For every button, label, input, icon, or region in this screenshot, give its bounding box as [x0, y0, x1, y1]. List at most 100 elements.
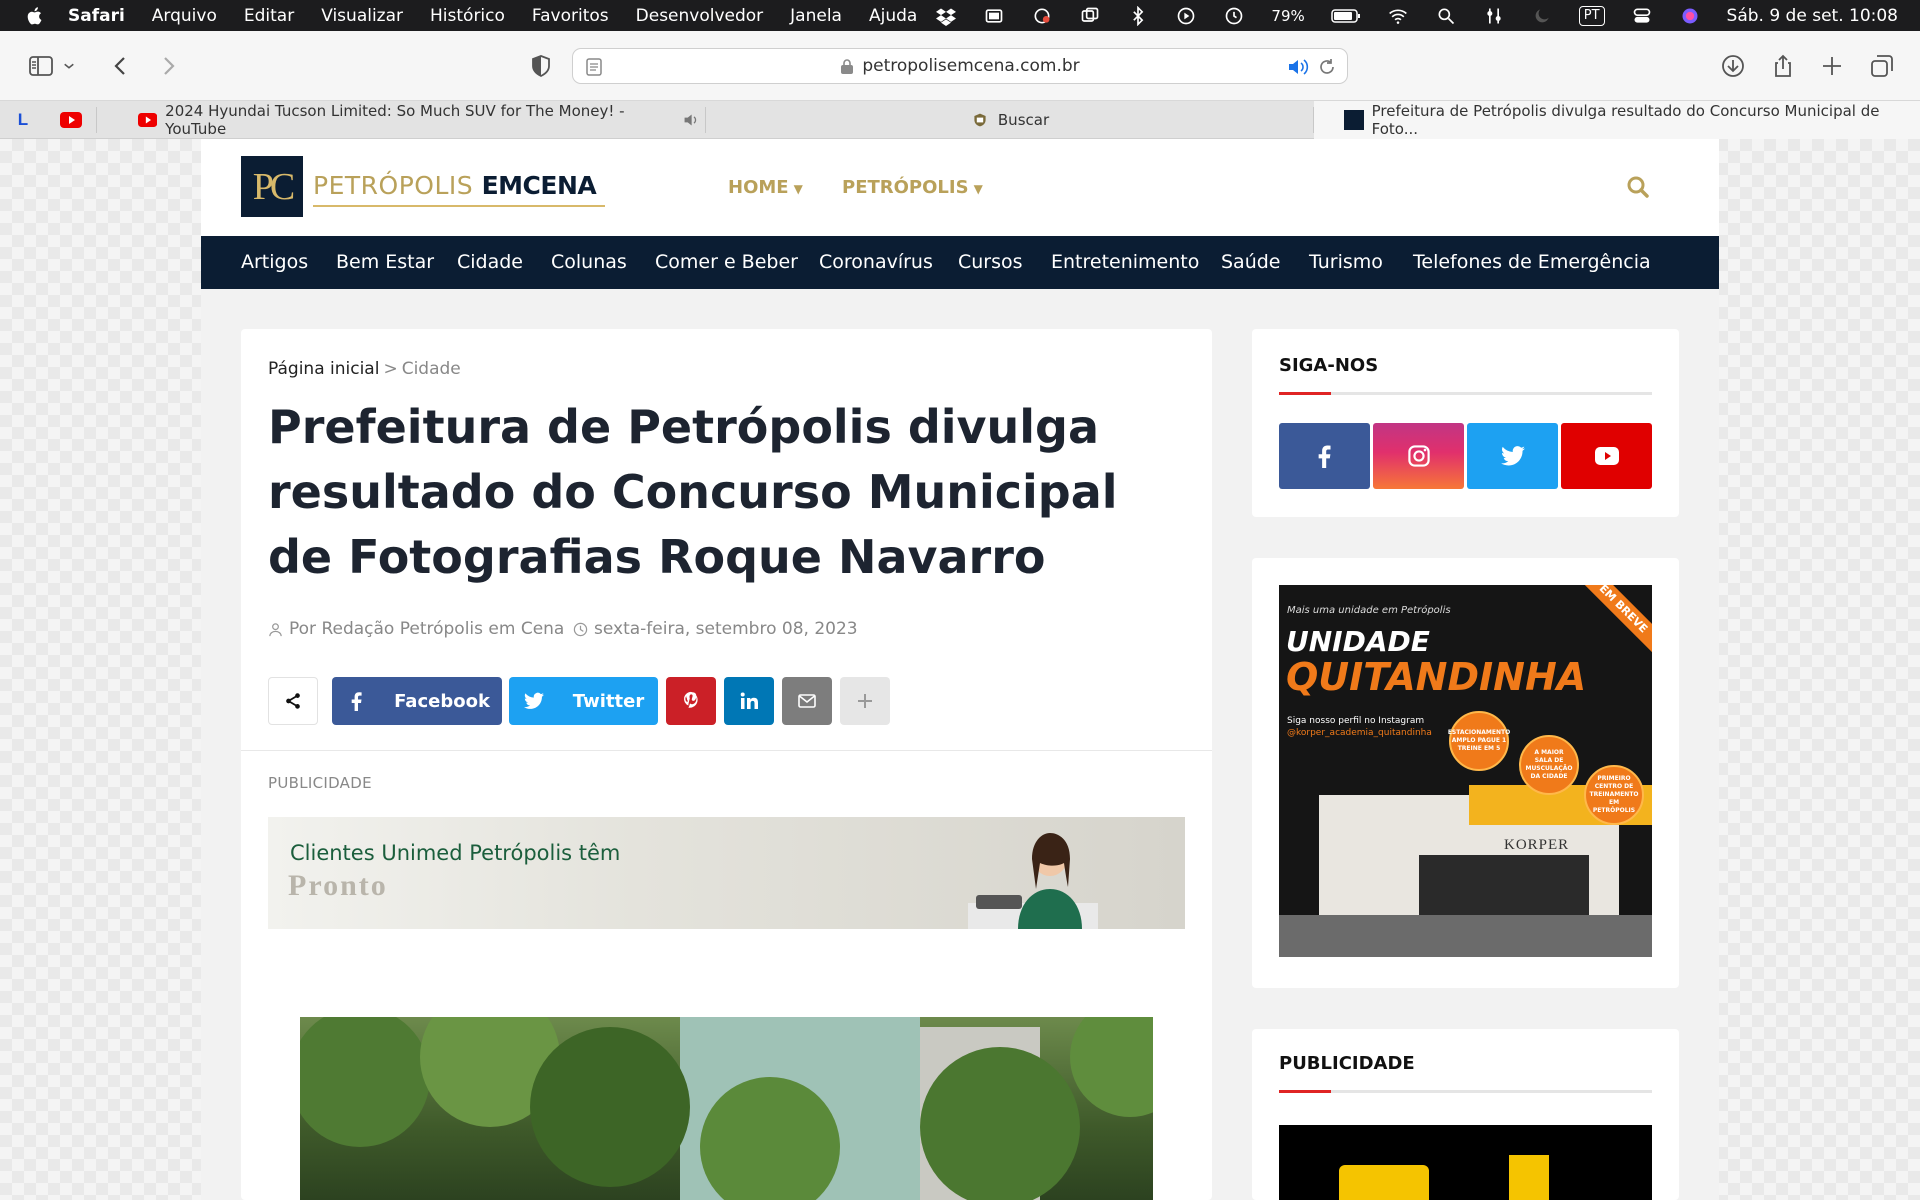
menu-editar[interactable]: Editar [244, 6, 294, 26]
article-date: sexta-feira, setembro 08, 2023 [573, 619, 858, 639]
logo-mark[interactable]: PC [241, 156, 303, 217]
nav-colunas[interactable]: Colunas [551, 251, 627, 273]
user-icon [269, 622, 282, 636]
share-facebook-button[interactable]: Facebook [332, 677, 502, 725]
nav-saude[interactable]: Saúde [1221, 251, 1281, 273]
nav-turismo[interactable]: Turismo [1309, 251, 1383, 273]
article-photo[interactable] [300, 1017, 1153, 1200]
input-source[interactable]: PT [1578, 5, 1605, 26]
privacy-shield-icon[interactable] [526, 51, 556, 81]
share-email-button[interactable] [782, 677, 832, 725]
focus-moon-icon[interactable] [1531, 6, 1553, 26]
bluetooth-icon[interactable] [1127, 5, 1149, 26]
reload-icon[interactable] [1317, 57, 1337, 77]
date-text: sexta-feira, setembro 08, 2023 [594, 619, 858, 639]
article-title: Prefeitura de Petrópolis divulga resulta… [268, 400, 1118, 584]
address-bar[interactable]: petropolisemcena.com.br [572, 48, 1348, 84]
ad-instagram-line: Siga nosso perfil no Instagram [1287, 716, 1425, 726]
nav-coronavirus[interactable]: Coronavírus [819, 251, 933, 273]
tab-bar: L 2024 Hyundai Tucson Limited: So Much S… [0, 101, 1920, 139]
menu-app-name[interactable]: Safari [68, 6, 125, 26]
reader-icon[interactable] [585, 57, 603, 77]
ad-brand: KORPER [1504, 837, 1570, 853]
search-icon[interactable] [1626, 175, 1650, 199]
follow-twitter-button[interactable] [1467, 423, 1558, 489]
breadcrumb-home[interactable]: Página inicial [268, 359, 379, 379]
menu-visualizar[interactable]: Visualizar [321, 6, 403, 26]
nav-home-label: HOME [728, 177, 789, 198]
downloads-icon[interactable] [1718, 51, 1748, 81]
plus-icon [858, 694, 872, 708]
pinned-tab-youtube[interactable] [60, 109, 82, 131]
ad-headline-2: QUITANDINHA [1286, 655, 1587, 699]
chevron-down-icon[interactable] [60, 51, 78, 81]
screen-mirror-icon[interactable] [983, 6, 1005, 26]
nav-comer-e-beber[interactable]: Comer e Beber [655, 251, 798, 273]
follow-instagram-button[interactable] [1373, 423, 1464, 489]
youtube-icon [138, 113, 158, 127]
play-icon[interactable] [1175, 6, 1197, 26]
share-toggle-button[interactable] [268, 677, 318, 725]
pinned-tab-l[interactable]: L [12, 109, 34, 131]
chevron-down-icon: ▼ [793, 182, 803, 196]
nav-home[interactable]: HOME ▼ [728, 177, 803, 198]
time-machine-icon[interactable] [1223, 6, 1245, 26]
new-tab-icon[interactable] [1817, 51, 1847, 81]
nav-telefones-emergencia[interactable]: Telefones de Emergência [1413, 251, 1651, 273]
dropbox-icon[interactable] [935, 6, 957, 26]
sidebar-toggle-icon[interactable] [26, 51, 56, 81]
nav-cidade[interactable]: Cidade [457, 251, 523, 273]
menu-arquivo[interactable]: Arquivo [152, 6, 217, 26]
share-linkedin-button[interactable] [724, 677, 774, 725]
nav-entretenimento[interactable]: Entretenimento [1051, 251, 1199, 273]
control-center-icon[interactable] [1631, 6, 1653, 26]
article-card: Página inicial > Cidade Prefeitura de Petr… [241, 329, 1212, 1200]
breadcrumb-current[interactable]: Cidade [402, 359, 461, 379]
share-more-button[interactable] [840, 677, 890, 725]
nav-artigos[interactable]: Artigos [241, 251, 308, 273]
publicidade-widget: PUBLICIDADE [1252, 1029, 1679, 1200]
menu-desenvolvedor[interactable]: Desenvolvedor [636, 6, 764, 26]
creative-cloud-icon[interactable] [1031, 6, 1053, 26]
tab-overview-icon[interactable] [1867, 51, 1897, 81]
follow-facebook-button[interactable] [1279, 423, 1370, 489]
menu-clock[interactable]: Sáb. 9 de set. 10:08 [1727, 6, 1898, 26]
tab-separator [96, 107, 97, 133]
nav-cursos[interactable]: Cursos [958, 251, 1023, 273]
menu-ajuda[interactable]: Ajuda [869, 6, 917, 26]
page-viewport[interactable]: PC PETRÓPOLIS EMCENA HOME ▼ PETRÓPOLIS ▼ A… [0, 139, 1920, 1200]
tab-youtube[interactable]: 2024 Hyundai Tucson Limited: So Much SUV… [138, 101, 700, 139]
menu-janela[interactable]: Janela [790, 6, 842, 26]
tab-buscar[interactable]: Buscar [706, 101, 1313, 139]
menu-favoritos[interactable]: Favoritos [532, 6, 609, 26]
controls-icon[interactable] [1483, 6, 1505, 26]
apple-icon[interactable] [24, 5, 46, 27]
publicidade-banner[interactable] [1279, 1125, 1652, 1200]
korper-ad-banner[interactable]: EM BREVE Mais uma unidade em Petrópolis … [1279, 585, 1652, 957]
follow-youtube-button[interactable] [1561, 423, 1652, 489]
logo-text[interactable]: PETRÓPOLIS EMCENA [313, 171, 597, 200]
menu-historico[interactable]: Histórico [430, 6, 505, 26]
nav-petropolis[interactable]: PETRÓPOLIS ▼ [842, 177, 983, 198]
siri-icon[interactable] [1679, 6, 1701, 26]
clock-icon [573, 622, 588, 636]
windows-icon[interactable] [1079, 6, 1101, 26]
sidebar-ad-widget: EM BREVE Mais uma unidade em Petrópolis … [1252, 558, 1679, 988]
youtube-icon [60, 112, 82, 128]
facebook-icon [332, 691, 382, 711]
spotlight-icon[interactable] [1435, 6, 1457, 26]
tab-prefeitura[interactable]: Prefeitura de Petrópolis divulga resulta… [1314, 101, 1920, 139]
battery-icon[interactable] [1331, 6, 1361, 26]
ad-banner-unimed[interactable]: Clientes Unimed Petrópolis têm Pronto [268, 817, 1185, 929]
share-twitter-button[interactable]: Twitter [509, 677, 658, 725]
nav-bem-estar[interactable]: Bem Estar [336, 251, 434, 273]
forward-icon[interactable] [153, 51, 183, 81]
back-icon[interactable] [106, 51, 136, 81]
share-pinterest-button[interactable] [666, 677, 716, 725]
speaker-icon[interactable] [683, 112, 700, 128]
article-divider [241, 750, 1212, 751]
wifi-icon[interactable] [1387, 6, 1409, 26]
audio-playing-icon[interactable] [1287, 57, 1309, 77]
article-author[interactable]: Por Redação Petrópolis em Cena [268, 619, 564, 639]
share-icon[interactable] [1768, 51, 1798, 81]
